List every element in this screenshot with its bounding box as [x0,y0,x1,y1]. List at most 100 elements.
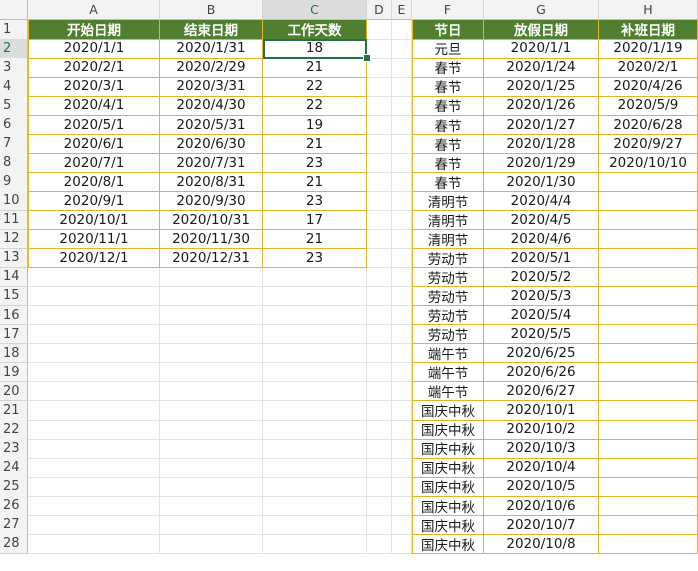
cell-d28[interactable] [367,534,392,554]
table1-cell[interactable]: 2020/4/1 [28,96,160,116]
cell-e14[interactable] [392,267,412,288]
row-header-2[interactable]: 2 [0,39,28,59]
row-header-13[interactable]: 13 [0,248,28,269]
cell-e18[interactable] [392,343,412,364]
table2-cell[interactable]: 2020/10/7 [484,515,599,535]
cell-a26[interactable] [28,496,160,516]
table2-cell[interactable]: 国庆中秋 [412,401,484,421]
table1-cell[interactable]: 22 [263,96,367,116]
table1-header-cell[interactable]: 结束日期 [160,20,263,40]
cell-a20[interactable] [28,381,160,402]
table1-header-cell[interactable]: 开始日期 [28,20,160,40]
row-header-6[interactable]: 6 [0,115,28,135]
table2-cell[interactable]: 2020/5/3 [484,286,599,307]
cell-a25[interactable] [28,477,160,497]
cell-b23[interactable] [160,439,263,459]
row-header-1[interactable]: 1 [0,20,28,40]
column-header-f[interactable]: F [412,0,484,20]
table2-cell[interactable]: 春节 [412,77,484,97]
table2-cell[interactable]: 2020/1/29 [484,153,599,173]
table2-cell[interactable]: 元旦 [412,39,484,59]
table2-cell[interactable]: 清明节 [412,191,484,211]
table2-header-cell[interactable]: 节日 [412,20,484,40]
cell-d21[interactable] [367,401,392,421]
column-header-a[interactable]: A [28,0,160,20]
table1-cell[interactable]: 23 [263,191,367,211]
cell-c25[interactable] [263,477,367,497]
cell-e9[interactable] [392,172,412,192]
cell-d4[interactable] [367,77,392,97]
row-header-4[interactable]: 4 [0,77,28,97]
active-cell-c2[interactable]: 18 [263,39,367,59]
table2-cell[interactable]: 国庆中秋 [412,439,484,459]
cell-a15[interactable] [28,286,160,307]
cell-d6[interactable] [367,115,392,135]
table2-cell[interactable]: 2020/1/1 [484,39,599,59]
table2-cell[interactable]: 劳动节 [412,286,484,307]
cell-b25[interactable] [160,477,263,497]
table2-cell[interactable]: 2020/6/25 [484,343,599,364]
cell-d20[interactable] [367,381,392,402]
table2-cell[interactable]: 2020/6/28 [599,115,698,135]
cell-b18[interactable] [160,343,263,364]
cell-a14[interactable] [28,267,160,288]
cell-c20[interactable] [263,381,367,402]
table2-cell[interactable] [599,515,698,535]
table2-cell[interactable]: 2020/4/5 [484,210,599,231]
cell-a27[interactable] [28,515,160,535]
cell-d7[interactable] [367,134,392,154]
cell-c15[interactable] [263,286,367,307]
cell-d15[interactable] [367,286,392,307]
row-header-16[interactable]: 16 [0,305,28,326]
table2-cell[interactable]: 2020/1/26 [484,96,599,116]
cell-b14[interactable] [160,267,263,288]
table2-cell[interactable]: 春节 [412,96,484,116]
table2-cell[interactable] [599,172,698,192]
row-header-20[interactable]: 20 [0,381,28,402]
table2-cell[interactable] [599,229,698,250]
cell-e3[interactable] [392,58,412,78]
column-header-d[interactable]: D [367,0,392,20]
table2-cell[interactable]: 2020/10/5 [484,477,599,497]
table2-cell[interactable]: 2020/1/28 [484,134,599,154]
table2-cell[interactable] [599,324,698,345]
cell-b20[interactable] [160,381,263,402]
select-all-corner[interactable] [0,0,28,20]
cell-e11[interactable] [392,210,412,231]
fill-handle[interactable] [363,54,371,63]
table1-cell[interactable]: 2020/1/31 [160,39,263,59]
table1-cell[interactable]: 23 [263,153,367,173]
cell-e25[interactable] [392,477,412,497]
table2-cell[interactable] [599,381,698,402]
cell-e12[interactable] [392,229,412,250]
spreadsheet-grid[interactable]: A B C D E F G H 1 2 3 4 5 6 7 8 9 10 11 12 13 14 15 16 17 18 19 20 2… [0,0,698,571]
table2-cell[interactable]: 2020/10/8 [484,534,599,554]
cell-c27[interactable] [263,515,367,535]
column-header-b[interactable]: B [160,0,263,20]
table1-cell[interactable]: 21 [263,172,367,192]
cell-c17[interactable] [263,324,367,345]
row-header-18[interactable]: 18 [0,343,28,364]
cell-d22[interactable] [367,420,392,440]
row-header-7[interactable]: 7 [0,134,28,154]
row-header-9[interactable]: 9 [0,172,28,192]
cell-c28[interactable] [263,534,367,554]
table1-cell[interactable]: 2020/2/1 [28,58,160,78]
cell-a16[interactable] [28,305,160,326]
cell-a22[interactable] [28,420,160,440]
cell-c22[interactable] [263,420,367,440]
table1-cell[interactable]: 21 [263,229,367,250]
table2-cell[interactable]: 2020/1/25 [484,77,599,97]
table2-cell[interactable] [599,534,698,554]
cell-d25[interactable] [367,477,392,497]
row-header-24[interactable]: 24 [0,458,28,478]
cell-b17[interactable] [160,324,263,345]
table1-cell[interactable]: 2020/8/31 [160,172,263,192]
table2-cell[interactable]: 2020/10/4 [484,458,599,478]
cell-b26[interactable] [160,496,263,516]
table2-cell[interactable]: 2020/10/1 [484,401,599,421]
column-header-e[interactable]: E [392,0,412,20]
cell-e23[interactable] [392,439,412,459]
table2-cell[interactable]: 春节 [412,172,484,192]
cell-c24[interactable] [263,458,367,478]
